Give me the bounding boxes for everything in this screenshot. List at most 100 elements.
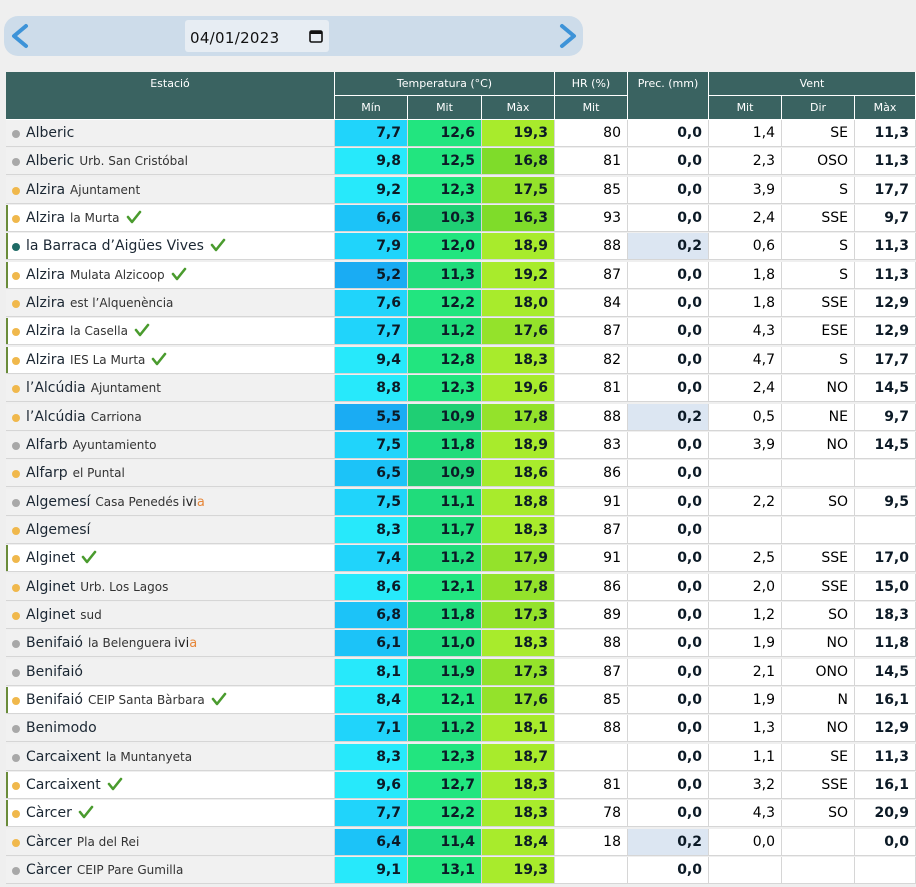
station-name-cell[interactable]: Càrcer CEIP Pare Gumilla xyxy=(6,857,335,885)
table-row[interactable]: Alfarp el Puntal 6,5 10,9 18,6 86 0,0 xyxy=(6,460,916,488)
header-temp-min[interactable]: Mín xyxy=(335,96,408,120)
humidity-cell xyxy=(555,743,628,771)
wind-max-cell: 9,5 xyxy=(855,488,916,516)
temp-min-cell: 6,1 xyxy=(335,630,408,658)
next-day-button[interactable] xyxy=(552,20,582,52)
table-row[interactable]: Alzira Ajuntament 9,2 12,3 17,5 85 0,0 3,9 S 17,7 xyxy=(6,176,916,205)
table-row[interactable]: Carcaixent 9,6 12,7 18,3 81 0,0 3,2 SSE 16,1 xyxy=(6,772,916,800)
wind-mit-cell: 0,0 xyxy=(709,828,782,856)
wind-max-cell: 12,9 xyxy=(855,715,916,743)
table-row[interactable]: Alberic 7,7 12,6 19,3 80 0,0 1,4 SE 11,3 xyxy=(6,120,916,148)
station-name-cell[interactable]: Alzira la Casella xyxy=(6,318,335,346)
header-temp-max[interactable]: Màx xyxy=(482,96,555,120)
wind-max-cell: 17,0 xyxy=(855,545,916,573)
table-row[interactable]: Alfarb Ayuntamiento 7,5 11,8 18,9 83 0,0 3,9 NO 1… xyxy=(6,431,916,460)
station-name-cell[interactable]: Alzira la Murta xyxy=(6,205,335,233)
table-row[interactable]: Alginet Urb. Los Lagos 8,6 12,1 17,8 86 0,0 2,0… xyxy=(6,573,916,602)
table-row[interactable]: Carcaixent la Muntanyeta 8,3 12,3 18,7 0,0 1,1… xyxy=(6,743,916,772)
station-name-cell[interactable]: l’Alcúdia Ajuntament xyxy=(6,375,335,403)
temp-max-cell: 17,8 xyxy=(482,573,555,601)
station-status-dot xyxy=(12,271,20,280)
table-row[interactable]: Alberic Urb. San Cristóbal 9,8 12,5 16,8 81 0,… xyxy=(6,148,916,176)
station-location: Ajuntament xyxy=(90,381,161,396)
temp-min-cell: 7,6 xyxy=(335,290,408,318)
wind-mit-cell: 3,2 xyxy=(709,772,782,800)
wind-max-cell: 15,0 xyxy=(855,573,916,601)
precipitation-cell: 0,0 xyxy=(628,715,709,743)
table-row[interactable]: Algemesí Casa Penedés ivia 7,5 11,1 18,8 91 0,0… xyxy=(6,488,916,517)
table-row[interactable]: la Barraca d’Aigües Vives 7,9 12,0 18,9 88 0,… xyxy=(6,233,916,261)
table-row[interactable]: Alzira la Casella 7,7 11,2 17,6 87 0,0 4,3 ESE 12… xyxy=(6,318,916,346)
header-prec[interactable]: Prec. (mm) xyxy=(628,72,709,120)
table-row[interactable]: Alzira IES La Murta 9,4 12,8 18,3 82 0,0 4,7 S 17… xyxy=(6,346,916,375)
station-name: Alginet xyxy=(26,550,76,567)
station-name-cell[interactable]: Alginet Urb. Los Lagos xyxy=(6,573,335,601)
station-name-cell[interactable]: l’Alcúdia Carriona xyxy=(6,403,335,431)
station-location: Ajuntament xyxy=(70,182,141,197)
table-row[interactable]: Alginet 7,4 11,2 17,9 91 0,0 2,5 SSE 17,0 xyxy=(6,545,916,573)
station-name-cell[interactable]: Carcaixent xyxy=(6,772,335,800)
station-name-cell[interactable]: Alzira est l’Alquenència xyxy=(6,290,335,318)
station-name-cell[interactable]: Alzira IES La Murta xyxy=(6,346,335,374)
date-input[interactable]: 04/01/2023 xyxy=(185,20,329,52)
station-name-cell[interactable]: Benimodo xyxy=(6,715,335,743)
previous-day-button[interactable] xyxy=(6,20,36,52)
station-name-cell[interactable]: Benifaió la Belenguera ivia xyxy=(6,630,335,658)
header-wind-dir[interactable]: Dir xyxy=(782,96,855,120)
station-name-cell[interactable]: Càrcer Pla del Rei xyxy=(6,828,335,856)
station-name-cell[interactable]: Benifaió xyxy=(6,658,335,686)
table-row[interactable]: Alzira est l’Alquenència 7,6 12,2 18,0 84 0,0 1… xyxy=(6,290,916,318)
station-name-cell[interactable]: la Barraca d’Aigües Vives xyxy=(6,233,335,261)
table-row[interactable]: Alginet sud 6,8 11,8 17,3 89 0,0 1,2 SO 18,3 xyxy=(6,601,916,630)
station-status-dot xyxy=(12,215,20,224)
table-row[interactable]: Benimodo 7,1 11,2 18,1 88 0,0 1,3 NO 12,9 xyxy=(6,715,916,743)
station-name-cell[interactable]: Carcaixent la Muntanyeta xyxy=(6,743,335,771)
table-row[interactable]: Benifaió la Belenguera ivia 6,1 11,0 18,3 88 0,… xyxy=(6,630,916,658)
calendar-icon[interactable] xyxy=(309,29,323,43)
station-name-cell[interactable]: Alfarb Ayuntamiento xyxy=(6,431,335,459)
wind-max-cell: 11,3 xyxy=(855,148,916,176)
station-name-cell[interactable]: Alberic Urb. San Cristóbal xyxy=(6,148,335,176)
table-row[interactable]: Benifaió CEIP Santa Bàrbara 8,4 12,1 17,6 85 0… xyxy=(6,687,916,715)
table-row[interactable]: l’Alcúdia Ajuntament 8,8 12,3 19,6 81 0,0 2,4 NO… xyxy=(6,375,916,403)
humidity-cell: 85 xyxy=(555,176,628,204)
station-name-cell[interactable]: Alginet sud xyxy=(6,601,335,629)
station-name-cell[interactable]: Alginet xyxy=(6,545,335,573)
station-name-cell[interactable]: Benifaió CEIP Santa Bàrbara xyxy=(6,687,335,714)
table-row[interactable]: Alzira la Murta 6,6 10,3 16,3 93 0,0 2,4 SSE 9,7 xyxy=(6,205,916,233)
station-name-cell[interactable]: Alzira Mulata Alzicoop xyxy=(6,261,335,289)
table-row[interactable]: Càrcer CEIP Pare Gumilla 9,1 13,1 19,3 0,0 xyxy=(6,857,916,885)
station-name-cell[interactable]: Alfarp el Puntal xyxy=(6,460,335,488)
precipitation-cell: 0,0 xyxy=(628,346,709,374)
temp-mit-cell: 11,2 xyxy=(408,715,482,743)
station-status-dot xyxy=(12,470,20,479)
temp-min-cell: 9,1 xyxy=(335,857,408,885)
station-name-cell[interactable]: Càrcer xyxy=(6,800,335,828)
station-name-cell[interactable]: Algemesí xyxy=(6,516,335,544)
header-wind-max[interactable]: Màx xyxy=(855,96,916,120)
header-wind-mit[interactable]: Mit xyxy=(709,96,782,120)
wind-mit-cell: 1,8 xyxy=(709,261,782,289)
header-hr-mit[interactable]: Mit xyxy=(555,96,628,120)
station-name-cell[interactable]: Alberic xyxy=(6,120,335,147)
table-row[interactable]: Càrcer 7,7 12,2 18,3 78 0,0 4,3 SO 20,9 xyxy=(6,800,916,828)
station-status-dot xyxy=(12,583,20,592)
table-row[interactable]: l’Alcúdia Carriona 5,5 10,9 17,8 88 0,2 0,5 NE 9,… xyxy=(6,403,916,432)
station-name-cell[interactable]: Algemesí Casa Penedés ivia xyxy=(6,488,335,516)
temp-mit-cell: 12,2 xyxy=(408,290,482,318)
precipitation-cell: 0,0 xyxy=(628,857,709,885)
table-row[interactable]: Algemesí 8,3 11,7 18,3 87 0,0 xyxy=(6,516,916,545)
table-row[interactable]: Benifaió 8,1 11,9 17,3 87 0,0 2,1 ONO 14,5 xyxy=(6,658,916,687)
wind-mit-cell: 1,1 xyxy=(709,743,782,771)
station-name-cell[interactable]: Alzira Ajuntament xyxy=(6,176,335,204)
temp-max-cell: 18,8 xyxy=(482,488,555,516)
table-row[interactable]: Càrcer Pla del Rei 6,4 11,4 18,4 18 0,2 0,0 0,0 xyxy=(6,828,916,857)
wind-dir-cell: NO xyxy=(782,715,855,743)
precipitation-cell: 0,0 xyxy=(628,573,709,601)
wind-dir-cell: SSE xyxy=(782,573,855,601)
chevron-left-icon xyxy=(12,24,28,48)
header-estacio[interactable]: Estació xyxy=(6,72,335,120)
header-temp-mit[interactable]: Mit xyxy=(408,96,482,120)
station-status-dot xyxy=(12,328,20,337)
table-row[interactable]: Alzira Mulata Alzicoop 5,2 11,3 19,2 87 0,0 1,8… xyxy=(6,261,916,290)
